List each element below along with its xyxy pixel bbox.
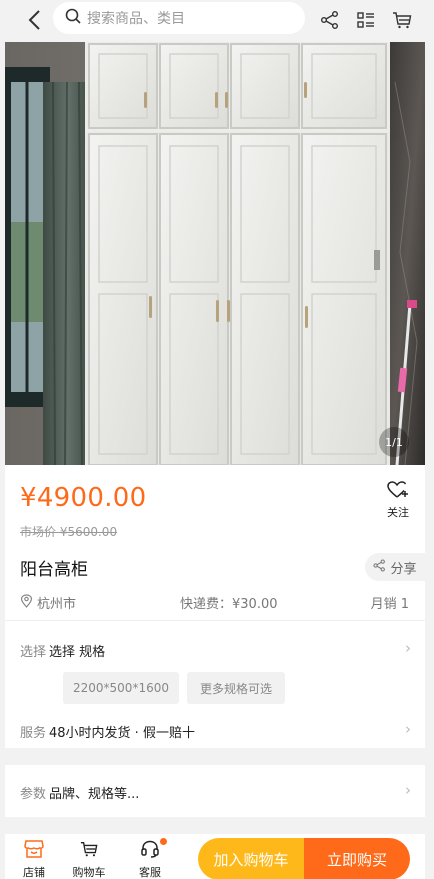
share-label: 分享: [390, 561, 417, 577]
location-text: 杭州市: [37, 597, 77, 612]
product-price: ¥4900.00: [20, 483, 147, 513]
shop-icon: [24, 840, 44, 862]
params-value: 品牌、规格等...: [49, 787, 140, 802]
location-icon: [20, 593, 33, 612]
buy-now-button[interactable]: 立即购买: [304, 838, 410, 879]
search-input[interactable]: 搜索商品、类目: [53, 2, 305, 34]
search-icon: [65, 8, 81, 28]
chevron-right-icon: ›: [405, 781, 411, 799]
chevron-right-icon: ›: [405, 639, 411, 657]
product-image[interactable]: 1/1: [5, 42, 425, 465]
location: 杭州市: [20, 593, 76, 612]
service-value: 48小时内发货 · 假一赔十: [49, 726, 195, 741]
headset-icon: [140, 840, 160, 862]
shop-tab[interactable]: 店铺: [13, 840, 55, 879]
params-label: 参数: [20, 787, 47, 802]
customer-service-tab[interactable]: 客服: [129, 838, 171, 879]
shipping-fee: 快递费：¥30.00: [180, 597, 278, 612]
monthly-sales: 月销 1: [370, 597, 409, 612]
params-row[interactable]: 参数 品牌、规格等... ›: [5, 765, 425, 817]
cart-icon[interactable]: [390, 8, 414, 32]
share-button[interactable]: 分享: [365, 553, 425, 581]
share-icon: [373, 558, 386, 576]
shop-label: 店铺: [23, 866, 45, 879]
spec-card: 选择 选择 规格 › 2200*500*1600 更多规格可选 服务 48小时内…: [5, 620, 425, 748]
cart-label: 购物车: [72, 866, 106, 879]
bottom-bar: 店铺 购物车 客服 加入购物车 立即购买: [5, 834, 425, 879]
spec-label: 选择: [20, 645, 47, 660]
spec-chip-size[interactable]: 2200*500*1600: [63, 672, 179, 704]
add-to-cart-button[interactable]: 加入购物车: [198, 838, 304, 879]
chevron-right-icon: ›: [405, 720, 411, 738]
back-icon[interactable]: [22, 8, 46, 32]
cart-icon: [79, 842, 99, 862]
follow-button[interactable]: 关注: [385, 481, 411, 520]
spec-chip-more[interactable]: 更多规格可选: [187, 672, 285, 704]
wardrobe-illustration: [5, 42, 425, 465]
top-bar: 搜索商品、类目: [0, 0, 434, 40]
product-info-card: ¥4900.00 市场价 ¥5600.00 关注 阳台高柜 分享 杭州市 快递费…: [5, 465, 425, 620]
share-icon[interactable]: [318, 8, 342, 32]
follow-label: 关注: [387, 506, 409, 519]
notification-dot: [160, 838, 167, 845]
image-pager: 1/1: [379, 427, 409, 457]
heart-plus-icon: [387, 481, 409, 503]
market-price: 市场价 ¥5600.00: [20, 525, 118, 539]
service-label: 服务: [20, 726, 47, 741]
list-icon[interactable]: [354, 8, 378, 32]
service-label: 客服: [139, 866, 161, 879]
spec-value: 选择 规格: [49, 645, 106, 660]
search-placeholder: 搜索商品、类目: [87, 11, 185, 27]
product-title: 阳台高柜: [20, 560, 88, 580]
cart-tab[interactable]: 购物车: [68, 840, 110, 879]
